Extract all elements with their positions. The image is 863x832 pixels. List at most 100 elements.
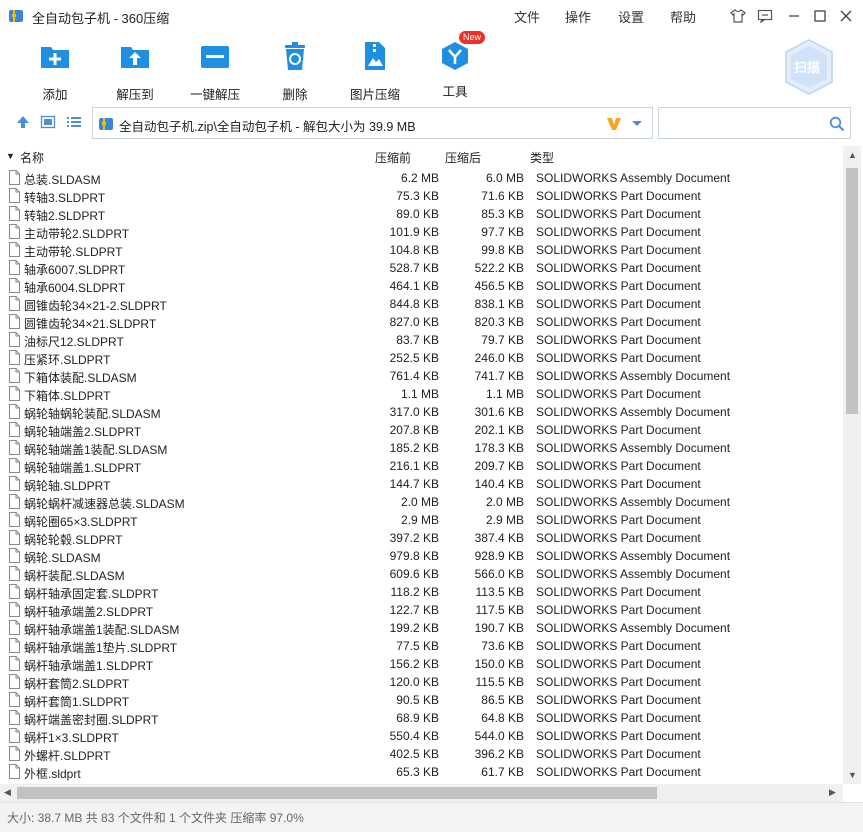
file-size-before: 120.0 KB — [389, 675, 439, 689]
file-row[interactable]: 蜗轮轴.SLDPRT 144.7 KB 140.4 KB SOLIDWORKS Par… — [0, 475, 843, 493]
scroll-up-icon[interactable]: ▲ — [848, 150, 857, 160]
list-view-icon[interactable] — [66, 114, 82, 130]
up-arrow-icon[interactable] — [15, 114, 31, 130]
vertical-scrollbar[interactable]: ▲ ▼ — [843, 146, 861, 784]
file-size-before: 2.0 MB — [400, 495, 439, 509]
file-size-after: 71.6 KB — [481, 189, 524, 203]
thumbnail-view-icon[interactable] — [40, 114, 56, 130]
file-row[interactable]: 主动带轮.SLDPRT 104.8 KB 99.8 KB SOLIDWORKS Par… — [0, 241, 843, 259]
file-row[interactable]: 圆锥齿轮34×21-2.SLDPRT 844.8 KB 838.1 KB SOLIDW… — [0, 295, 843, 313]
file-row[interactable]: 蜗杆端盖密封圈.SLDPRT 68.9 KB 64.8 KB SOLIDWORKS P… — [0, 709, 843, 727]
file-size-after: 115.5 KB — [475, 675, 524, 689]
maximize-icon[interactable] — [810, 6, 830, 26]
file-row[interactable]: 轴承6004.SLDPRT 464.1 KB 456.5 KB SOLIDWORKS … — [0, 277, 843, 295]
file-size-before: 761.4 KB — [389, 369, 439, 383]
file-name: 蜗轮轴端盖1装配.SLDASM — [24, 443, 168, 457]
file-name: 轴承6007.SLDPRT — [24, 263, 126, 277]
file-row[interactable]: 蜗杆装配.SLDASM 609.6 KB 566.0 KB SOLIDWORKS As… — [0, 565, 843, 583]
file-icon — [9, 350, 20, 365]
file-size-before: 397.2 KB — [389, 531, 439, 545]
file-size-before: 827.0 KB — [389, 315, 439, 329]
file-row[interactable]: 蜗杆轴承固定套.SLDPRT 118.2 KB 113.5 KB SOLIDWORKS… — [0, 583, 843, 601]
vip-icon[interactable] — [605, 116, 623, 132]
minimize-icon[interactable] — [784, 6, 804, 26]
file-name: 下箱体.SLDPRT — [24, 389, 111, 403]
file-row[interactable]: 外框.sldprt 65.3 KB 61.7 KB SOLIDWORKS Part D… — [0, 763, 843, 781]
scan-button[interactable]: 扫描 — [782, 38, 836, 96]
skin-icon[interactable] — [728, 6, 748, 26]
file-row[interactable]: 蜗杆轴承端盖1垫片.SLDPRT 77.5 KB 73.6 KB SOLIDWORKS… — [0, 637, 843, 655]
close-icon[interactable] — [836, 6, 856, 26]
scroll-down-icon[interactable]: ▼ — [848, 770, 857, 780]
file-name: 蜗杆轴承端盖1垫片.SLDPRT — [24, 641, 178, 655]
file-size-before: 90.5 KB — [396, 693, 439, 707]
column-before-header[interactable]: 压缩前 — [375, 149, 411, 166]
tools-button[interactable]: New 工具 — [420, 31, 490, 100]
file-row[interactable]: 蜗轮轮毂.SLDPRT 397.2 KB 387.4 KB SOLIDWORKS Pa… — [0, 529, 843, 547]
scan-label: 扫描 — [794, 60, 821, 75]
file-name: 蜗轮轴端盖2.SLDPRT — [24, 425, 142, 439]
file-size-after: 73.6 KB — [481, 639, 524, 653]
file-row[interactable]: 下箱体装配.SLDASM 761.4 KB 741.7 KB SOLIDWORKS A… — [0, 367, 843, 385]
column-after-header[interactable]: 压缩后 — [445, 149, 481, 166]
scroll-right-icon[interactable]: ▶ — [829, 787, 836, 798]
scroll-left-icon[interactable]: ◀ — [4, 787, 11, 798]
horizontal-scrollbar[interactable]: ◀ ▶ — [0, 784, 843, 802]
file-icon — [9, 566, 20, 581]
file-type: SOLIDWORKS Part Document — [536, 261, 701, 275]
file-row[interactable]: 蜗轮圈65×3.SLDPRT 2.9 MB 2.9 MB SOLIDWORKS Par… — [0, 511, 843, 529]
search-icon[interactable] — [829, 116, 845, 132]
file-row[interactable]: 油标尺12.SLDPRT 83.7 KB 79.7 KB SOLIDWORKS Par… — [0, 331, 843, 349]
file-type: SOLIDWORKS Part Document — [536, 189, 701, 203]
file-row[interactable]: 压紧环.SLDPRT 252.5 KB 246.0 KB SOLIDWORKS Par… — [0, 349, 843, 367]
file-row[interactable]: 蜗杆轴承端盖2.SLDPRT 122.7 KB 117.5 KB SOLIDWORKS… — [0, 601, 843, 619]
extract-to-button[interactable]: 解压到 — [100, 40, 170, 102]
file-size-after: 396.2 KB — [474, 747, 524, 761]
menu-help[interactable]: 帮助 — [670, 7, 696, 26]
file-row[interactable]: 圆锥齿轮34×21.SLDPRT 827.0 KB 820.3 KB SOLIDWOR… — [0, 313, 843, 331]
file-row[interactable]: 蜗轮.SLDASM 979.8 KB 928.9 KB SOLIDWORKS Asse… — [0, 547, 843, 565]
file-size-before: 65.3 KB — [396, 765, 439, 779]
search-field[interactable] — [658, 107, 851, 139]
add-button[interactable]: 添加 — [20, 40, 90, 102]
file-row[interactable]: 蜗杆轴承端盖1.SLDPRT 156.2 KB 150.0 KB SOLIDWORKS… — [0, 655, 843, 673]
file-type: SOLIDWORKS Part Document — [536, 315, 701, 329]
file-size-before: 6.2 MB — [400, 171, 439, 185]
menu-file[interactable]: 文件 — [514, 7, 540, 26]
path-field[interactable]: 全自动包子机.zip\全自动包子机 - 解包大小为 39.9 MB — [92, 107, 653, 139]
one-click-extract-button[interactable]: 一键解压 — [180, 40, 250, 102]
file-row[interactable]: 蜗轮蜗杆减速器总装.SLDASM 2.0 MB 2.0 MB SOLIDWORKS A… — [0, 493, 843, 511]
file-row[interactable]: 蜗轮轴端盖2.SLDPRT 207.8 KB 202.1 KB SOLIDWORKS … — [0, 421, 843, 439]
file-row[interactable]: 外螺杆.SLDPRT 402.5 KB 396.2 KB SOLIDWORKS Par… — [0, 745, 843, 763]
file-row[interactable]: 转轴2.SLDPRT 89.0 KB 85.3 KB SOLIDWORKS Part … — [0, 205, 843, 223]
file-row[interactable]: 蜗轮轴蜗轮装配.SLDASM 317.0 KB 301.6 KB SOLIDWORKS… — [0, 403, 843, 421]
feedback-icon[interactable] — [755, 6, 775, 26]
image-compress-button[interactable]: 图片压缩 — [340, 40, 410, 102]
file-size-after: 928.9 KB — [474, 549, 524, 563]
menu-operate[interactable]: 操作 — [565, 7, 591, 26]
chevron-down-icon[interactable] — [631, 120, 643, 128]
file-row[interactable]: 蜗轮轴端盖1.SLDPRT 216.1 KB 209.7 KB SOLIDWORKS … — [0, 457, 843, 475]
file-row[interactable]: 转轴3.SLDPRT 75.3 KB 71.6 KB SOLIDWORKS Part … — [0, 187, 843, 205]
file-row[interactable]: 蜗杆1×3.SLDPRT 550.4 KB 544.0 KB SOLIDWORKS P… — [0, 727, 843, 745]
column-type-header[interactable]: 类型 — [530, 149, 554, 166]
sort-arrow-icon[interactable]: ▼ — [6, 151, 15, 161]
file-row[interactable]: 总装.SLDASM 6.2 MB 6.0 MB SOLIDWORKS Assembly… — [0, 169, 843, 187]
file-type: SOLIDWORKS Part Document — [536, 387, 701, 401]
horizontal-scroll-thumb[interactable] — [17, 787, 657, 799]
file-type: SOLIDWORKS Assembly Document — [536, 549, 731, 563]
delete-button[interactable]: 删除 — [260, 40, 330, 102]
file-name: 蜗杆套筒1.SLDPRT — [24, 695, 130, 709]
file-row[interactable]: 蜗杆轴承端盖1装配.SLDASM 199.2 KB 190.7 KB SOLIDWOR… — [0, 619, 843, 637]
column-name-header[interactable]: 名称 — [20, 149, 44, 166]
file-type: SOLIDWORKS Part Document — [536, 747, 701, 761]
file-row[interactable]: 主动带轮2.SLDPRT 101.9 KB 97.7 KB SOLIDWORKS Pa… — [0, 223, 843, 241]
file-row[interactable]: 轴承6007.SLDPRT 528.7 KB 522.2 KB SOLIDWORKS … — [0, 259, 843, 277]
vertical-scroll-thumb[interactable] — [846, 168, 858, 414]
file-row[interactable]: 蜗杆套筒2.SLDPRT 120.0 KB 115.5 KB SOLIDWORKS P… — [0, 673, 843, 691]
file-row[interactable]: 蜗杆套筒1.SLDPRT 90.5 KB 86.5 KB SOLIDWORKS Par… — [0, 691, 843, 709]
file-icon — [9, 620, 20, 635]
file-row[interactable]: 下箱体.SLDPRT 1.1 MB 1.1 MB SOLIDWORKS Part Do… — [0, 385, 843, 403]
menu-settings[interactable]: 设置 — [618, 7, 644, 26]
file-row[interactable]: 蜗轮轴端盖1装配.SLDASM 185.2 KB 178.3 KB SOLIDWORK… — [0, 439, 843, 457]
